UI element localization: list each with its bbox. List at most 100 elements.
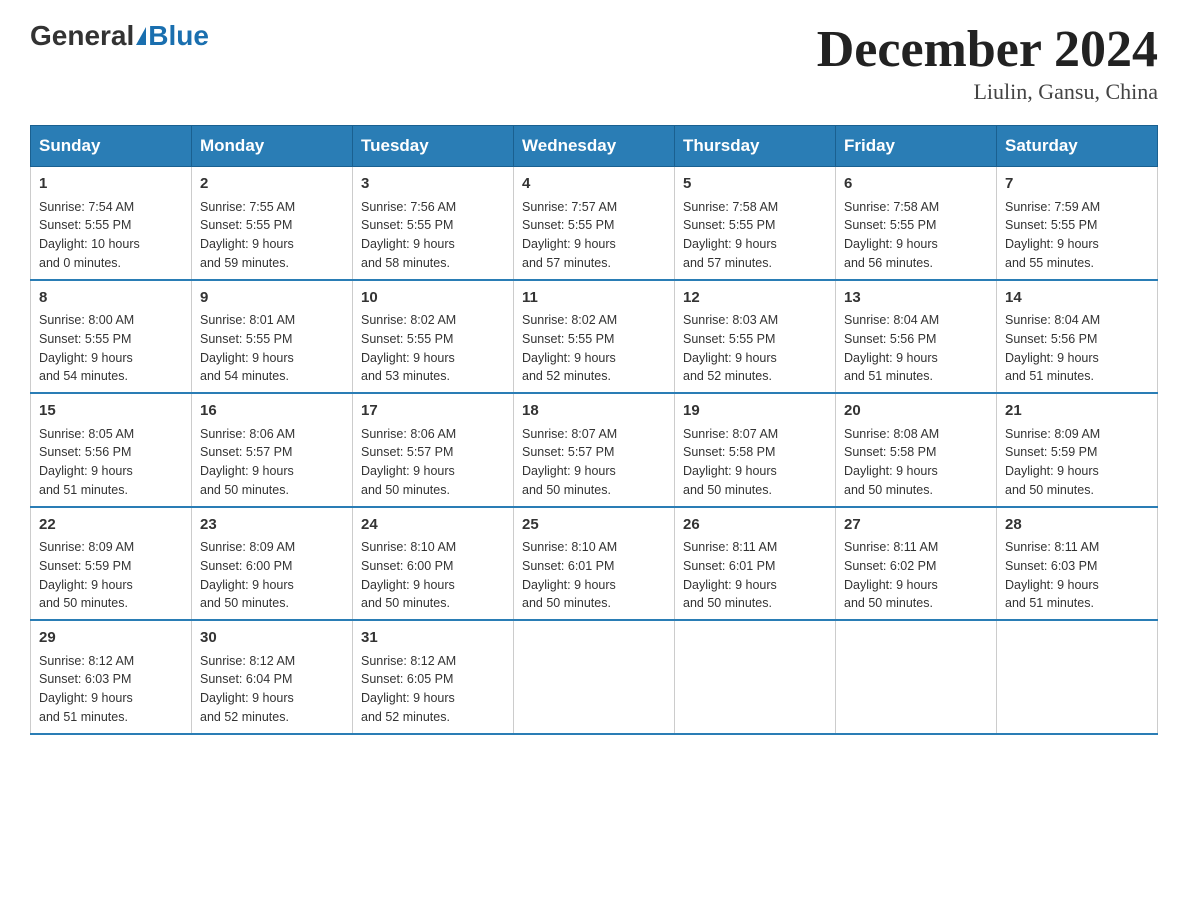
calendar-header-friday: Friday [836,126,997,167]
calendar-cell: 12Sunrise: 8:03 AMSunset: 5:55 PMDayligh… [675,280,836,394]
day-number: 22 [39,514,183,537]
day-info: Sunrise: 8:09 AMSunset: 5:59 PMDaylight:… [1005,425,1149,500]
day-number: 3 [361,173,505,196]
day-info: Sunrise: 8:06 AMSunset: 5:57 PMDaylight:… [361,425,505,500]
calendar-cell [997,620,1158,734]
day-number: 20 [844,400,988,423]
day-info: Sunrise: 8:06 AMSunset: 5:57 PMDaylight:… [200,425,344,500]
calendar-cell: 20Sunrise: 8:08 AMSunset: 5:58 PMDayligh… [836,393,997,507]
day-number: 25 [522,514,666,537]
day-info: Sunrise: 8:00 AMSunset: 5:55 PMDaylight:… [39,311,183,386]
calendar-cell: 18Sunrise: 8:07 AMSunset: 5:57 PMDayligh… [514,393,675,507]
day-info: Sunrise: 8:04 AMSunset: 5:56 PMDaylight:… [1005,311,1149,386]
day-info: Sunrise: 8:02 AMSunset: 5:55 PMDaylight:… [522,311,666,386]
calendar-cell: 24Sunrise: 8:10 AMSunset: 6:00 PMDayligh… [353,507,514,621]
day-info: Sunrise: 8:01 AMSunset: 5:55 PMDaylight:… [200,311,344,386]
calendar-cell: 31Sunrise: 8:12 AMSunset: 6:05 PMDayligh… [353,620,514,734]
day-number: 30 [200,627,344,650]
calendar-cell: 21Sunrise: 8:09 AMSunset: 5:59 PMDayligh… [997,393,1158,507]
calendar-cell: 4Sunrise: 7:57 AMSunset: 5:55 PMDaylight… [514,167,675,280]
day-number: 12 [683,287,827,310]
calendar-cell: 16Sunrise: 8:06 AMSunset: 5:57 PMDayligh… [192,393,353,507]
calendar-table: SundayMondayTuesdayWednesdayThursdayFrid… [30,125,1158,735]
logo-general: General [30,20,134,52]
calendar-cell: 17Sunrise: 8:06 AMSunset: 5:57 PMDayligh… [353,393,514,507]
calendar-cell: 1Sunrise: 7:54 AMSunset: 5:55 PMDaylight… [31,167,192,280]
calendar-cell: 27Sunrise: 8:11 AMSunset: 6:02 PMDayligh… [836,507,997,621]
calendar-cell [836,620,997,734]
calendar-cell: 15Sunrise: 8:05 AMSunset: 5:56 PMDayligh… [31,393,192,507]
day-number: 10 [361,287,505,310]
calendar-cell: 28Sunrise: 8:11 AMSunset: 6:03 PMDayligh… [997,507,1158,621]
day-info: Sunrise: 8:08 AMSunset: 5:58 PMDaylight:… [844,425,988,500]
subtitle: Liulin, Gansu, China [817,79,1158,105]
day-info: Sunrise: 8:10 AMSunset: 6:01 PMDaylight:… [522,538,666,613]
calendar-header-thursday: Thursday [675,126,836,167]
calendar-cell [514,620,675,734]
day-info: Sunrise: 8:12 AMSunset: 6:05 PMDaylight:… [361,652,505,727]
day-info: Sunrise: 8:02 AMSunset: 5:55 PMDaylight:… [361,311,505,386]
day-info: Sunrise: 8:12 AMSunset: 6:03 PMDaylight:… [39,652,183,727]
day-info: Sunrise: 8:07 AMSunset: 5:57 PMDaylight:… [522,425,666,500]
calendar-week-row: 1Sunrise: 7:54 AMSunset: 5:55 PMDaylight… [31,167,1158,280]
day-number: 19 [683,400,827,423]
day-number: 6 [844,173,988,196]
calendar-cell: 30Sunrise: 8:12 AMSunset: 6:04 PMDayligh… [192,620,353,734]
day-number: 16 [200,400,344,423]
calendar-week-row: 22Sunrise: 8:09 AMSunset: 5:59 PMDayligh… [31,507,1158,621]
day-info: Sunrise: 8:11 AMSunset: 6:02 PMDaylight:… [844,538,988,613]
logo: General Blue [30,20,209,52]
calendar-cell: 2Sunrise: 7:55 AMSunset: 5:55 PMDaylight… [192,167,353,280]
day-number: 21 [1005,400,1149,423]
day-number: 7 [1005,173,1149,196]
main-title: December 2024 [817,20,1158,79]
day-number: 11 [522,287,666,310]
day-number: 9 [200,287,344,310]
calendar-header-saturday: Saturday [997,126,1158,167]
day-info: Sunrise: 7:58 AMSunset: 5:55 PMDaylight:… [844,198,988,273]
calendar-cell [675,620,836,734]
calendar-cell: 13Sunrise: 8:04 AMSunset: 5:56 PMDayligh… [836,280,997,394]
day-info: Sunrise: 7:58 AMSunset: 5:55 PMDaylight:… [683,198,827,273]
day-info: Sunrise: 8:07 AMSunset: 5:58 PMDaylight:… [683,425,827,500]
calendar-header-sunday: Sunday [31,126,192,167]
calendar-cell: 7Sunrise: 7:59 AMSunset: 5:55 PMDaylight… [997,167,1158,280]
calendar-cell: 23Sunrise: 8:09 AMSunset: 6:00 PMDayligh… [192,507,353,621]
day-info: Sunrise: 8:09 AMSunset: 5:59 PMDaylight:… [39,538,183,613]
calendar-cell: 11Sunrise: 8:02 AMSunset: 5:55 PMDayligh… [514,280,675,394]
calendar-cell: 8Sunrise: 8:00 AMSunset: 5:55 PMDaylight… [31,280,192,394]
calendar-cell: 19Sunrise: 8:07 AMSunset: 5:58 PMDayligh… [675,393,836,507]
day-info: Sunrise: 7:59 AMSunset: 5:55 PMDaylight:… [1005,198,1149,273]
day-number: 17 [361,400,505,423]
day-info: Sunrise: 7:55 AMSunset: 5:55 PMDaylight:… [200,198,344,273]
day-number: 29 [39,627,183,650]
calendar-cell: 22Sunrise: 8:09 AMSunset: 5:59 PMDayligh… [31,507,192,621]
day-info: Sunrise: 8:12 AMSunset: 6:04 PMDaylight:… [200,652,344,727]
day-info: Sunrise: 8:11 AMSunset: 6:01 PMDaylight:… [683,538,827,613]
day-number: 31 [361,627,505,650]
calendar-cell: 5Sunrise: 7:58 AMSunset: 5:55 PMDaylight… [675,167,836,280]
calendar-cell: 6Sunrise: 7:58 AMSunset: 5:55 PMDaylight… [836,167,997,280]
calendar-cell: 3Sunrise: 7:56 AMSunset: 5:55 PMDaylight… [353,167,514,280]
calendar-week-row: 15Sunrise: 8:05 AMSunset: 5:56 PMDayligh… [31,393,1158,507]
day-number: 8 [39,287,183,310]
day-info: Sunrise: 7:54 AMSunset: 5:55 PMDaylight:… [39,198,183,273]
day-info: Sunrise: 7:56 AMSunset: 5:55 PMDaylight:… [361,198,505,273]
day-number: 14 [1005,287,1149,310]
page-header: General Blue December 2024 Liulin, Gansu… [30,20,1158,105]
day-info: Sunrise: 8:10 AMSunset: 6:00 PMDaylight:… [361,538,505,613]
calendar-cell: 14Sunrise: 8:04 AMSunset: 5:56 PMDayligh… [997,280,1158,394]
calendar-cell: 29Sunrise: 8:12 AMSunset: 6:03 PMDayligh… [31,620,192,734]
title-block: December 2024 Liulin, Gansu, China [817,20,1158,105]
day-number: 5 [683,173,827,196]
day-number: 24 [361,514,505,537]
day-info: Sunrise: 7:57 AMSunset: 5:55 PMDaylight:… [522,198,666,273]
calendar-header-wednesday: Wednesday [514,126,675,167]
day-number: 26 [683,514,827,537]
calendar-cell: 9Sunrise: 8:01 AMSunset: 5:55 PMDaylight… [192,280,353,394]
day-number: 18 [522,400,666,423]
day-info: Sunrise: 8:09 AMSunset: 6:00 PMDaylight:… [200,538,344,613]
day-number: 1 [39,173,183,196]
calendar-header-tuesday: Tuesday [353,126,514,167]
calendar-cell: 10Sunrise: 8:02 AMSunset: 5:55 PMDayligh… [353,280,514,394]
